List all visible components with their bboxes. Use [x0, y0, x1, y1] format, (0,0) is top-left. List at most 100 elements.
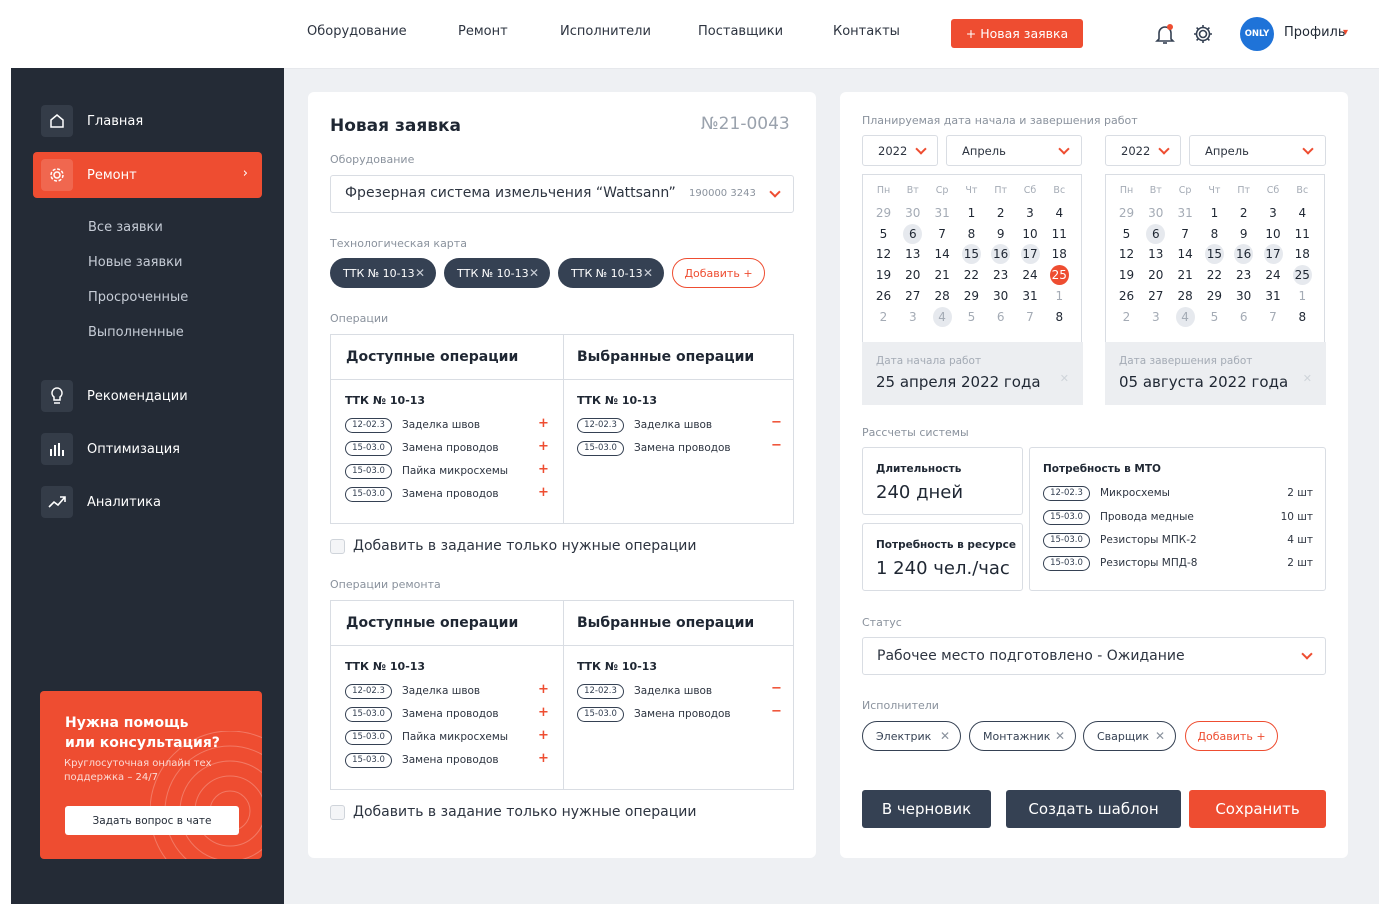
end-year-select[interactable]: 2022 [1105, 135, 1181, 166]
calendar-day[interactable]: 19 [869, 265, 898, 285]
calendar-day[interactable]: 18 [1288, 244, 1317, 264]
calendar-day[interactable]: 6 [1229, 307, 1258, 327]
calendar-day[interactable]: 19 [1112, 265, 1141, 285]
calendar-day[interactable]: 2 [869, 307, 898, 327]
profile-menu[interactable]: Профиль [1284, 25, 1346, 40]
calendar-day[interactable]: 6 [898, 223, 927, 244]
calendar-day[interactable]: 21 [1171, 265, 1200, 285]
calendar-day[interactable]: 6 [986, 307, 1015, 327]
add-op-plus-icon[interactable]: + [538, 682, 549, 697]
add-op-plus-icon[interactable]: + [538, 751, 549, 766]
sidebar-item-recommendations[interactable]: Рекомендации [33, 373, 262, 419]
subnav-all-requests[interactable]: Все заявки [88, 220, 163, 235]
remove-op-minus-icon[interactable]: − [771, 681, 782, 696]
available-op-row[interactable]: 15-03.0 Пайка микросхемы [345, 463, 508, 479]
new-request-button[interactable]: + Новая заявка [951, 19, 1083, 48]
calendar-day[interactable]: 25 [1288, 265, 1317, 286]
available-op-row[interactable]: 12-02.3 Заделка швов [345, 417, 480, 433]
close-icon[interactable]: ✕ [1155, 729, 1165, 743]
available-op-row[interactable]: 15-03.0 Замена проводов [345, 486, 499, 502]
calendar-day[interactable]: 20 [1141, 265, 1170, 285]
available-op-row[interactable]: 15-03.0 Пайка микросхемы [345, 729, 508, 745]
calendar-day[interactable]: 28 [928, 286, 957, 306]
close-icon[interactable]: ✕ [529, 266, 539, 280]
nav-executors[interactable]: Исполнители [560, 24, 651, 39]
bell-icon[interactable] [1155, 23, 1175, 45]
start-month-select[interactable]: Апрель [946, 135, 1082, 166]
add-op-plus-icon[interactable]: + [538, 462, 549, 477]
nav-repair[interactable]: Ремонт [458, 24, 508, 39]
calendar-day[interactable]: 3 [898, 307, 927, 327]
calendar-day[interactable]: 31 [1171, 203, 1200, 223]
calendar-day[interactable]: 23 [986, 265, 1015, 285]
tech-card-tag[interactable]: ТТК № 10-13 ✕ [558, 258, 664, 288]
selected-op-row[interactable]: 12-02.3 Заделка швов [577, 417, 712, 433]
calendar-day[interactable]: 17 [1016, 244, 1045, 265]
sidebar-item-home[interactable]: Главная [33, 98, 262, 144]
sidebar-item-analytics[interactable]: Аналитика [33, 479, 262, 525]
calendar-day[interactable]: 23 [1229, 265, 1258, 285]
calendar-day[interactable]: 14 [1171, 244, 1200, 264]
calendar-day[interactable]: 1 [1288, 286, 1317, 306]
create-template-button[interactable]: Создать шаблон [1006, 790, 1181, 828]
calendar-day[interactable]: 2 [1112, 307, 1141, 327]
calendar-day[interactable]: 7 [928, 224, 957, 244]
save-button[interactable]: Сохранить [1189, 790, 1326, 828]
calendar-day[interactable]: 20 [898, 265, 927, 285]
nav-equipment[interactable]: Оборудование [307, 24, 407, 39]
calendar-day[interactable]: 1 [1200, 203, 1229, 223]
clear-icon[interactable]: ✕ [1303, 372, 1312, 385]
calendar-day[interactable]: 31 [1016, 286, 1045, 306]
calendar-day[interactable]: 5 [1112, 224, 1141, 244]
calendar-day[interactable]: 10 [1016, 224, 1045, 244]
calendar-day[interactable]: 24 [1016, 265, 1045, 285]
calendar-day[interactable]: 3 [1259, 203, 1288, 223]
equipment-select[interactable]: Фрезерная система измельчения “Wattsann”… [330, 175, 794, 213]
sidebar-item-optimization[interactable]: Оптимизация [33, 426, 262, 472]
end-month-select[interactable]: Апрель [1189, 135, 1326, 166]
calendar-day[interactable]: 16 [986, 244, 1015, 265]
close-icon[interactable]: ✕ [940, 729, 950, 743]
chat-question-button[interactable]: Задать вопрос в чате [65, 806, 239, 835]
subnav-overdue[interactable]: Просроченные [88, 290, 188, 305]
calendar-day[interactable]: 8 [1288, 307, 1317, 327]
close-icon[interactable]: ✕ [1055, 729, 1065, 743]
calendar-day[interactable]: 16 [1229, 244, 1258, 265]
calendar-day[interactable]: 17 [1259, 244, 1288, 265]
add-op-plus-icon[interactable]: + [538, 439, 549, 454]
calendar-day[interactable]: 11 [1288, 224, 1317, 244]
calendar-day[interactable]: 8 [1200, 224, 1229, 244]
chevron-down-icon[interactable]: ▾ [1343, 27, 1348, 38]
executor-tag[interactable]: Сварщик ✕ [1083, 721, 1176, 751]
selected-op-row[interactable]: 15-03.0 Замена проводов [577, 706, 731, 722]
calendar-day[interactable]: 30 [1229, 286, 1258, 306]
add-op-plus-icon[interactable]: + [538, 728, 549, 743]
calendar-day[interactable]: 9 [986, 224, 1015, 244]
available-op-row[interactable]: 15-03.0 Замена проводов [345, 706, 499, 722]
nav-contacts[interactable]: Контакты [833, 24, 900, 39]
calendar-day[interactable]: 22 [1200, 265, 1229, 285]
calendar-day[interactable]: 15 [957, 244, 986, 265]
calendar-day[interactable]: 14 [928, 244, 957, 264]
draft-button[interactable]: В черновик [862, 790, 991, 828]
calendar-day[interactable]: 9 [1229, 224, 1258, 244]
clear-icon[interactable]: ✕ [1060, 372, 1069, 385]
calendar-day[interactable]: 24 [1259, 265, 1288, 285]
remove-op-minus-icon[interactable]: − [771, 438, 782, 453]
add-executor-button[interactable]: Добавить + [1185, 721, 1278, 751]
subnav-new-requests[interactable]: Новые заявки [88, 255, 182, 270]
start-year-select[interactable]: 2022 [862, 135, 938, 166]
subnav-completed[interactable]: Выполненные [88, 325, 184, 340]
calendar-day[interactable]: 13 [1141, 244, 1170, 264]
calendar-day[interactable]: 10 [1259, 224, 1288, 244]
calendar-day[interactable]: 8 [1045, 307, 1074, 327]
calendar-day[interactable]: 27 [1141, 286, 1170, 306]
close-icon[interactable]: ✕ [643, 266, 653, 280]
calendar-day[interactable]: 5 [869, 224, 898, 244]
tech-card-tag[interactable]: ТТК № 10-13 ✕ [444, 258, 550, 288]
calendar-day[interactable]: 30 [986, 286, 1015, 306]
calendar-day[interactable]: 8 [957, 224, 986, 244]
executor-tag[interactable]: Монтажник ✕ [969, 721, 1076, 751]
calendar-day[interactable]: 11 [1045, 224, 1074, 244]
calendar-day[interactable]: 7 [1016, 307, 1045, 327]
